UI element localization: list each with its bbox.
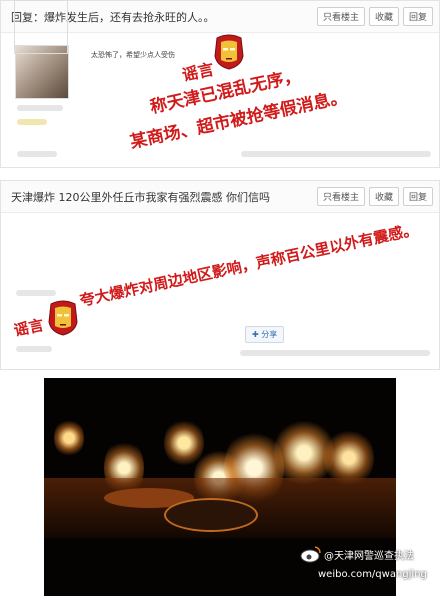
post-footer-blurred <box>240 350 430 356</box>
share-button[interactable]: ✚ 分享 <box>245 326 285 343</box>
username-blurred <box>16 290 56 296</box>
post-title: 天津爆炸 120公里外任丘市我家有强烈震感 你们信吗 <box>11 190 270 204</box>
watermark-handle: @天津网警巡查执法 <box>324 551 414 562</box>
weibo-logo-icon <box>300 546 321 563</box>
username-blurred <box>17 105 63 111</box>
reply-button[interactable]: 回复 <box>402 187 433 206</box>
post-header: 天津爆炸 120公里外任丘市我家有强烈震感 你们信吗 只看楼主 收藏 回复 <box>1 181 439 213</box>
only-op-button[interactable]: 只看楼主 <box>316 187 365 206</box>
user-stats-blurred <box>16 346 52 352</box>
ironman-mask-icon <box>214 34 244 70</box>
ironman-mask-icon <box>48 300 78 336</box>
post-footer-blurred <box>241 151 431 157</box>
reply-text: 太恐怖了，希望少点人受伤 <box>91 51 175 59</box>
user-badge-blurred <box>17 119 47 125</box>
watermark-url: weibo.com/qwangjing <box>318 569 427 580</box>
avatar[interactable] <box>14 0 68 54</box>
only-op-button[interactable]: 只看楼主 <box>316 7 365 26</box>
user-stats-blurred <box>17 151 57 157</box>
favorite-button[interactable]: 收藏 <box>368 7 399 26</box>
reply-button[interactable]: 回复 <box>402 7 433 26</box>
candle-photo <box>44 378 396 596</box>
share-label: 分享 <box>261 330 278 339</box>
favorite-button[interactable]: 收藏 <box>368 187 399 206</box>
